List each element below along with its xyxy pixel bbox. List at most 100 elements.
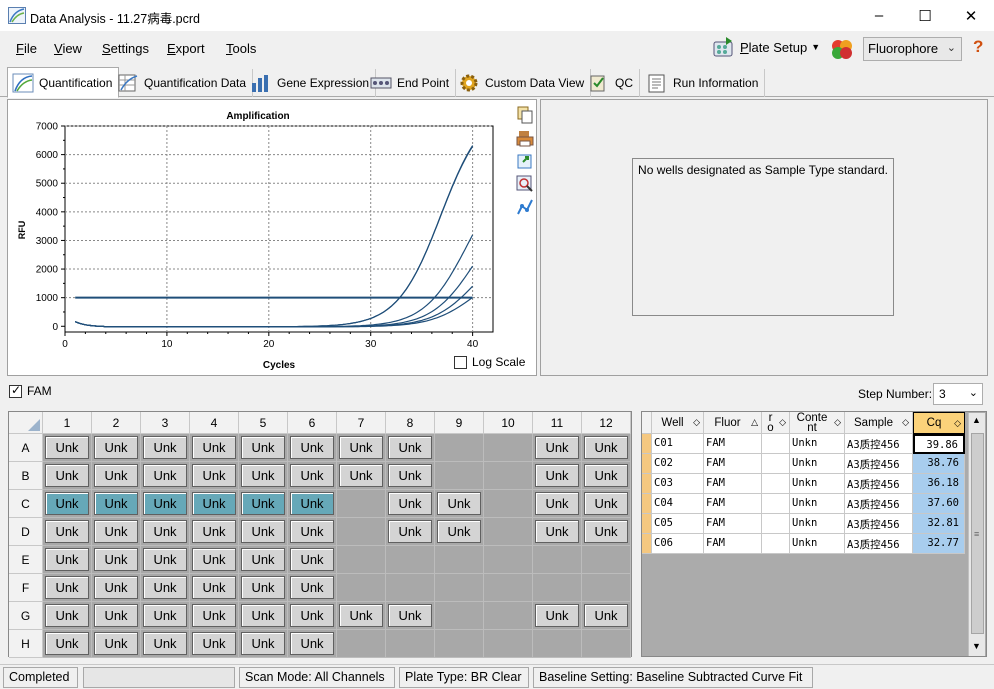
table-cell-fluor[interactable]: FAM <box>704 534 762 554</box>
plate-well[interactable]: Unk <box>94 576 138 599</box>
plate-well[interactable]: Unk <box>143 604 187 627</box>
table-cell-target[interactable] <box>762 474 790 494</box>
plate-cell[interactable]: Unk <box>92 602 141 630</box>
fluorophore-dropdown[interactable]: Fluorophore ⌄ <box>863 37 962 61</box>
plate-well[interactable]: Unk <box>45 436 89 459</box>
menu-export[interactable]: Export <box>167 41 205 56</box>
plate-row-header[interactable]: C <box>9 490 43 518</box>
tab-custom-data-view[interactable]: Custom Data View <box>454 69 592 97</box>
tab-quantification-data[interactable]: Quantification Data <box>113 69 254 97</box>
table-cell-sample[interactable]: A3质控456 <box>845 474 913 494</box>
plate-cell[interactable]: Unk <box>582 602 631 630</box>
copy-icon[interactable] <box>516 106 534 124</box>
plate-well[interactable]: Unk <box>535 520 579 543</box>
plate-cell[interactable] <box>484 462 533 490</box>
plate-well[interactable]: Unk <box>339 436 383 459</box>
plate-well[interactable]: Unk <box>437 492 481 515</box>
plate-column-header[interactable]: 12 <box>582 412 631 434</box>
plate-cell[interactable]: Unk <box>582 490 631 518</box>
plate-cell[interactable] <box>435 602 484 630</box>
plate-cell[interactable]: Unk <box>337 602 386 630</box>
menu-view[interactable]: View <box>54 41 82 56</box>
plate-well[interactable]: Unk <box>94 604 138 627</box>
plate-well[interactable]: Unk <box>94 464 138 487</box>
plate-well[interactable]: Unk <box>192 548 236 571</box>
table-cell-sample[interactable]: A3质控456 <box>845 434 913 454</box>
table-cell-cq[interactable]: 36.18 <box>913 474 965 494</box>
plate-row-header[interactable]: F <box>9 574 43 602</box>
table-cell-fluor[interactable]: FAM <box>704 514 762 534</box>
plate-row-header[interactable]: G <box>9 602 43 630</box>
plate-cell[interactable]: Unk <box>239 602 288 630</box>
plate-cell[interactable] <box>435 462 484 490</box>
column-header[interactable]: r o ◇ <box>762 412 790 434</box>
plate-cell[interactable]: Unk <box>92 462 141 490</box>
plate-well[interactable]: Unk <box>584 492 628 515</box>
plate-cell[interactable]: Unk <box>141 630 190 658</box>
plate-cell[interactable]: Unk <box>190 518 239 546</box>
help-icon[interactable]: ? <box>973 37 983 57</box>
plate-cell[interactable] <box>484 434 533 462</box>
plate-well[interactable]: Unk <box>388 520 432 543</box>
table-cell-target[interactable] <box>762 494 790 514</box>
plate-well[interactable]: Unk <box>241 520 285 543</box>
plate-cell[interactable] <box>435 630 484 658</box>
plate-well[interactable]: Unk <box>94 548 138 571</box>
plate-well[interactable]: Unk <box>94 436 138 459</box>
plate-well[interactable]: Unk <box>94 520 138 543</box>
plate-cell[interactable] <box>337 574 386 602</box>
plate-cell[interactable]: Unk <box>141 462 190 490</box>
plate-well[interactable]: Unk <box>45 576 89 599</box>
table-cell-well[interactable]: C01 <box>652 434 704 454</box>
plate-column-header[interactable]: 9 <box>435 412 484 434</box>
plate-well[interactable]: Unk <box>45 604 89 627</box>
column-header[interactable]: Well ◇ <box>652 412 704 434</box>
plate-cell[interactable]: Unk <box>337 434 386 462</box>
plate-cell[interactable] <box>484 602 533 630</box>
plate-well[interactable]: Unk <box>143 632 187 655</box>
plate-cell[interactable]: Unk <box>43 462 92 490</box>
plate-cell[interactable]: Unk <box>43 574 92 602</box>
plate-cell[interactable] <box>484 518 533 546</box>
table-cell-content[interactable]: Unkn <box>790 434 845 454</box>
plate-well[interactable]: Unk <box>241 576 285 599</box>
plate-cell[interactable]: Unk <box>92 574 141 602</box>
plate-cell[interactable]: Unk <box>190 434 239 462</box>
plate-well[interactable]: Unk <box>584 464 628 487</box>
plate-cell[interactable]: Unk <box>239 574 288 602</box>
close-button[interactable]: ✕ <box>948 0 994 31</box>
plate-cell[interactable]: Unk <box>288 574 337 602</box>
plate-cell[interactable] <box>533 546 582 574</box>
table-cell-well[interactable]: C03 <box>652 474 704 494</box>
plate-cell[interactable]: Unk <box>239 518 288 546</box>
plate-cell[interactable] <box>484 546 533 574</box>
log-scale-toggle[interactable]: Log Scale <box>454 355 525 369</box>
plate-cell[interactable]: Unk <box>43 434 92 462</box>
plate-cell[interactable] <box>582 630 631 658</box>
table-cell-fluor[interactable]: FAM <box>704 454 762 474</box>
plate-well[interactable]: Unk <box>143 520 187 543</box>
plate-cell[interactable]: Unk <box>582 518 631 546</box>
plate-well[interactable]: Unk <box>143 576 187 599</box>
table-cell-content[interactable]: Unkn <box>790 534 845 554</box>
plate-cell[interactable]: Unk <box>288 630 337 658</box>
plate-well[interactable]: Unk <box>192 464 236 487</box>
plate-cell[interactable]: Unk <box>386 490 435 518</box>
plate-cell[interactable]: Unk <box>533 602 582 630</box>
plate-cell[interactable] <box>582 546 631 574</box>
plate-cell[interactable]: Unk <box>386 518 435 546</box>
plate-cell[interactable]: Unk <box>141 602 190 630</box>
plate-cell[interactable]: Unk <box>288 602 337 630</box>
plate-cell[interactable] <box>582 574 631 602</box>
table-cell-sample[interactable]: A3质控456 <box>845 514 913 534</box>
plate-cell[interactable]: Unk <box>43 546 92 574</box>
plate-well[interactable]: Unk <box>388 436 432 459</box>
plate-cell[interactable]: Unk <box>92 518 141 546</box>
plate-cell[interactable]: Unk <box>288 462 337 490</box>
print-icon[interactable] <box>516 129 534 147</box>
fam-checkbox[interactable] <box>9 383 22 398</box>
plate-well[interactable]: Unk <box>584 436 628 459</box>
table-cell-cq[interactable]: 32.81 <box>913 514 965 534</box>
table-cell-cq[interactable]: 37.60 <box>913 494 965 514</box>
scroll-up-icon[interactable]: ▲ <box>972 415 981 425</box>
